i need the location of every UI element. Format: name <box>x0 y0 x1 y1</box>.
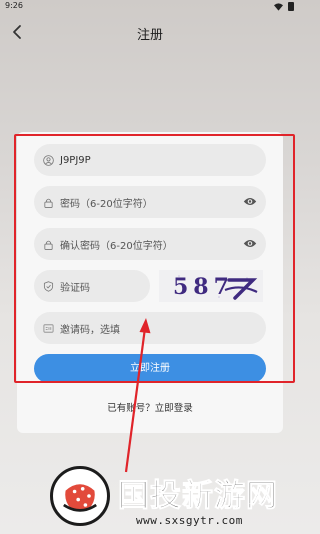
watermark-url: www.sxsgytr.com <box>136 514 243 527</box>
page-title: 注册 <box>136 28 163 43</box>
status-bar: 9:26 <box>0 0 300 14</box>
watermark: 国投新游网 www.sxsgytr.com <box>50 466 295 530</box>
login-link[interactable]: 已有账号？立即登录 <box>0 400 300 414</box>
status-icons <box>274 2 294 11</box>
wifi-icon <box>274 2 283 11</box>
status-time: 9:26 <box>5 1 23 10</box>
battery-icon <box>288 2 294 11</box>
watermark-logo <box>50 466 110 526</box>
header: 注册 <box>0 16 300 48</box>
watermark-brand: 国投新游网 <box>118 478 278 515</box>
annotation-frame <box>14 134 295 383</box>
